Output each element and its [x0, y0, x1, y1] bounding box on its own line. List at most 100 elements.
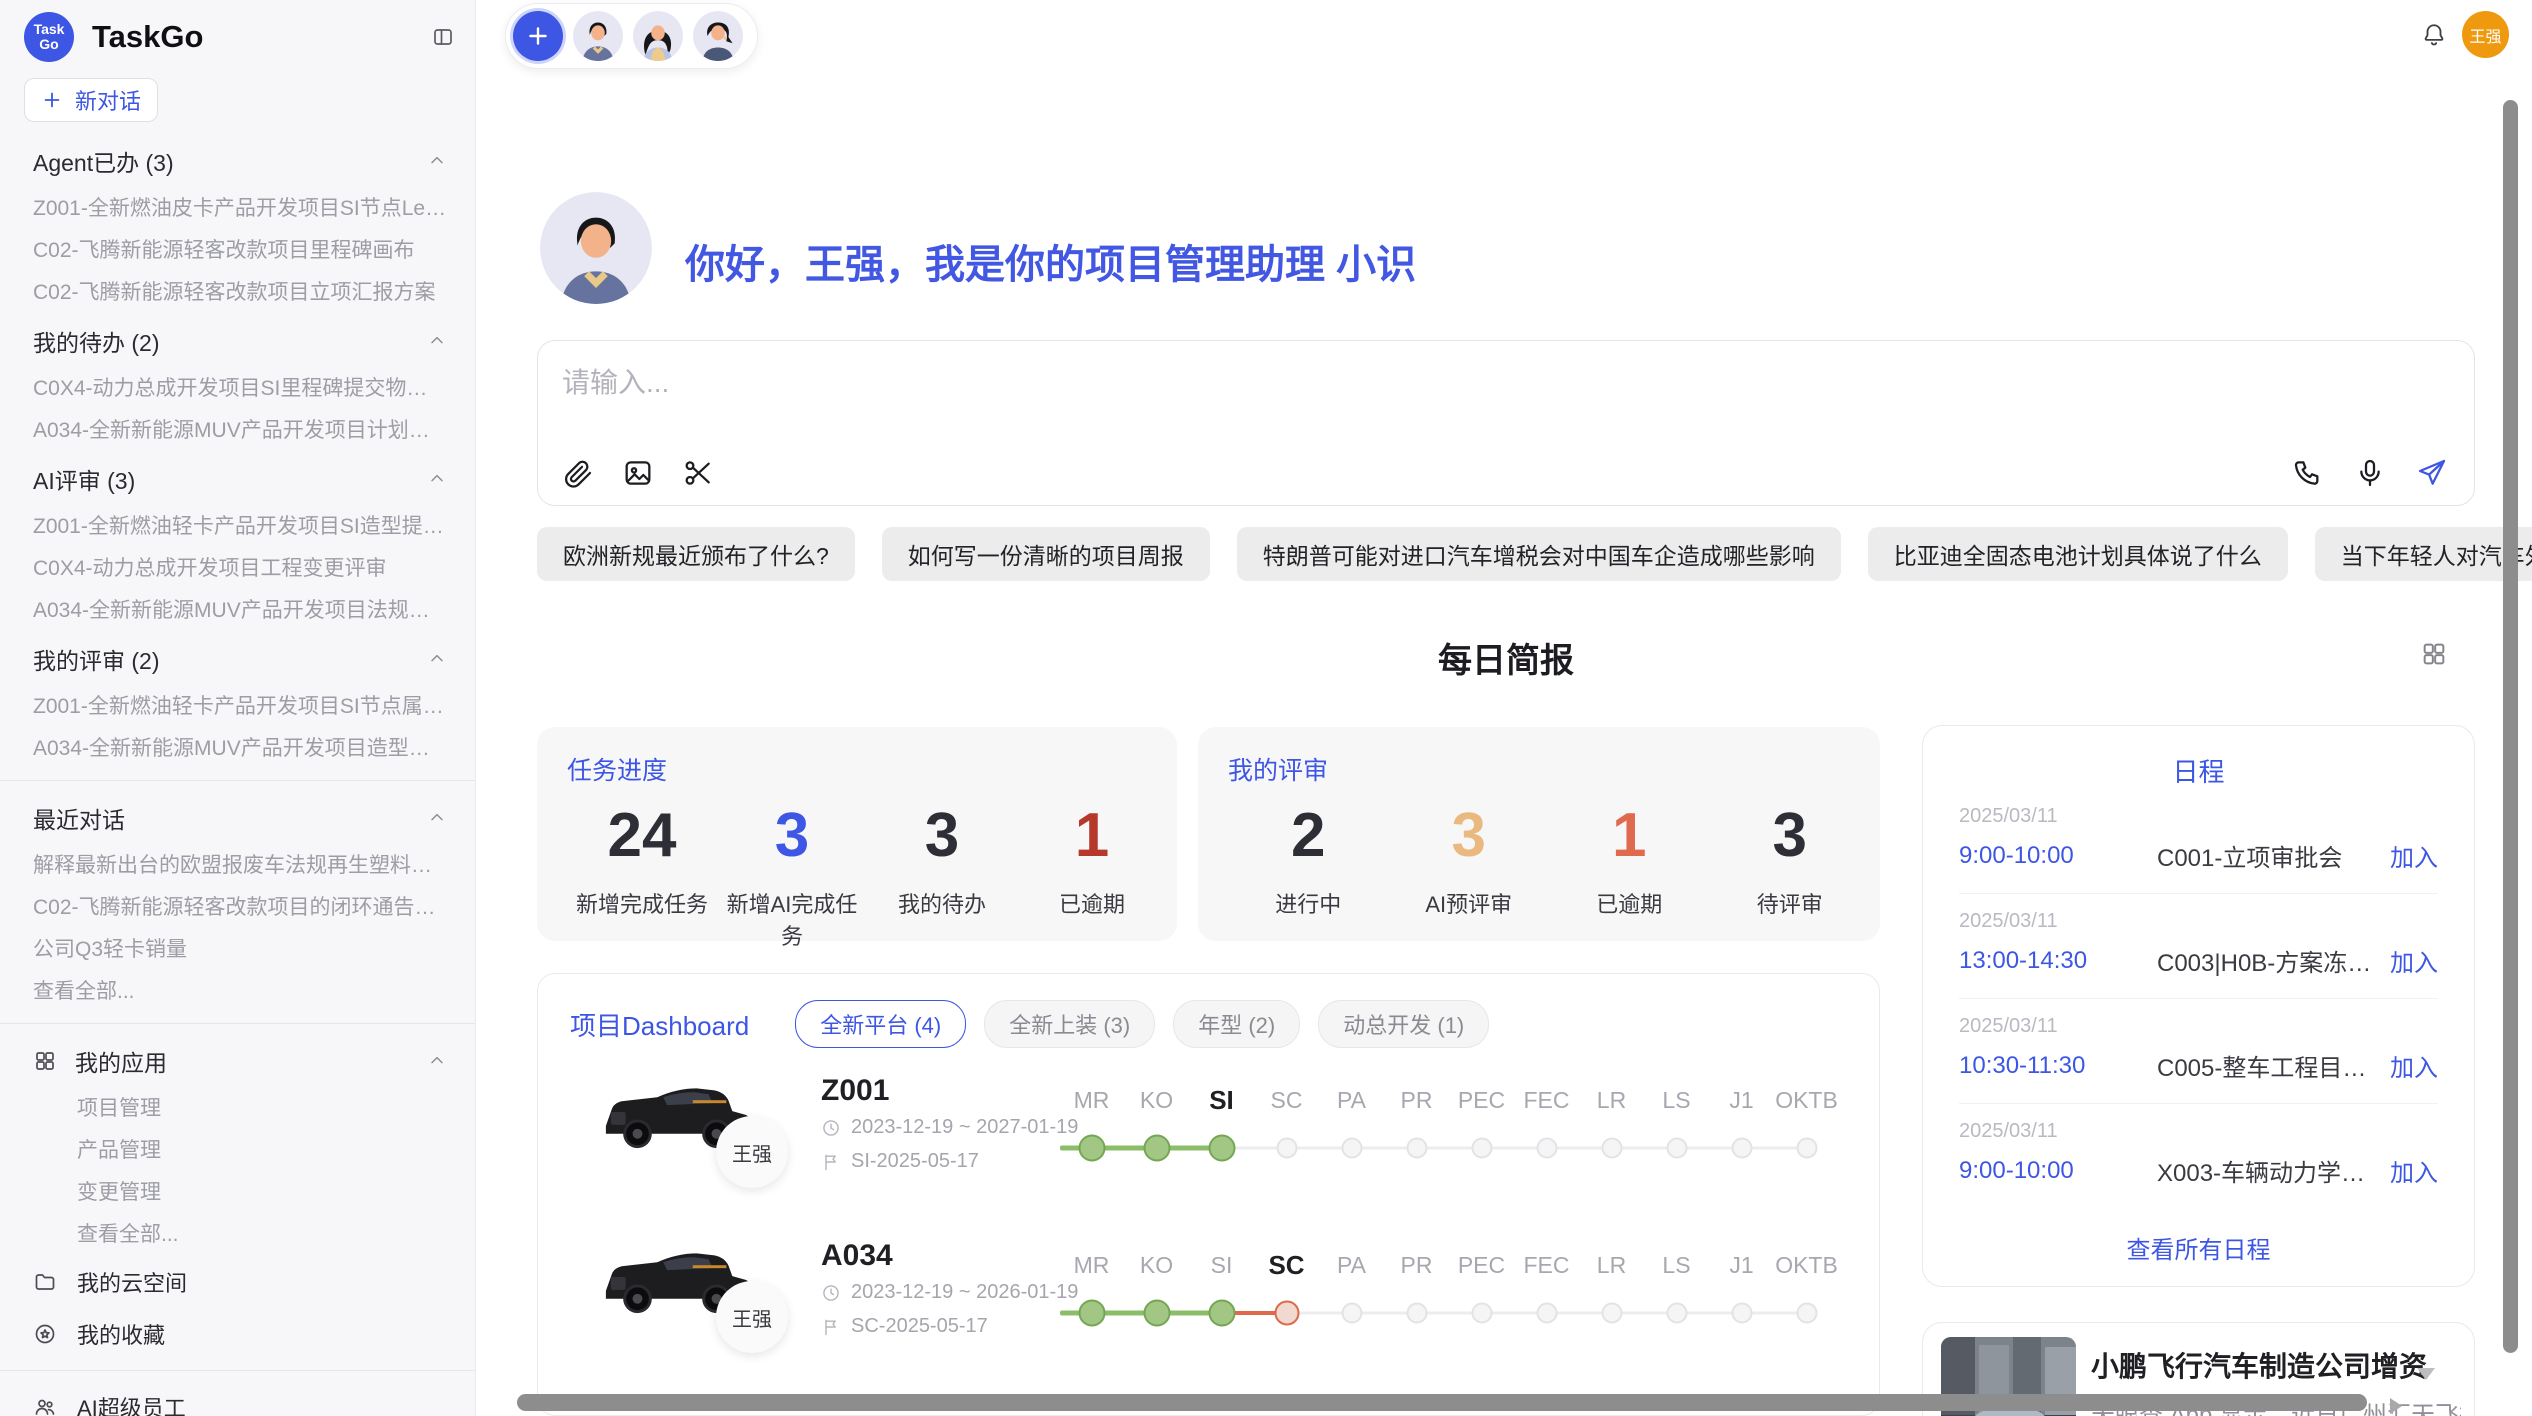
scroll-right-arrow-icon[interactable]: [2390, 1398, 2402, 1414]
milestone-node-PR[interactable]: [1406, 1303, 1427, 1324]
chevron-up-icon: [427, 808, 447, 828]
milestone-node-FEC[interactable]: [1536, 1303, 1557, 1324]
user-avatar[interactable]: 王强: [2462, 11, 2509, 58]
milestone-node-J1[interactable]: [1731, 1303, 1752, 1324]
sidebar-task-item[interactable]: A034-全新新能源MUV产品开发项目法规符合性评审: [0, 590, 475, 632]
sidebar-link-cloud-folder[interactable]: 我的云空间: [0, 1256, 475, 1308]
sidebar-section-header[interactable]: 最近对话: [0, 791, 475, 845]
sidebar-task-item[interactable]: C0X4-动力总成开发项目工程变更评审: [0, 548, 475, 590]
dashboard-tab[interactable]: 全新平台 (4): [795, 1000, 966, 1048]
horizontal-scrollbar[interactable]: [517, 1394, 2367, 1411]
milestone-node-SI[interactable]: [1208, 1135, 1235, 1162]
milestone-node-FEC[interactable]: [1536, 1138, 1557, 1159]
member-avatar[interactable]: [633, 11, 683, 61]
sidebar-app-item[interactable]: 项目管理: [0, 1088, 475, 1130]
sidebar-task-item[interactable]: C02-飞腾新能源轻客改款项目立项汇报方案: [0, 272, 475, 314]
schedule-item: 2025/03/119:00-10:00X003-车辆动力学性能验...加入: [1959, 1103, 2438, 1208]
schedule-time: 13:00-14:30: [1959, 947, 2157, 975]
project-dashboard-card: 项目Dashboard 全新平台 (4)全新上装 (3)年型 (2)动总开发 (…: [537, 973, 1880, 1416]
member-avatar[interactable]: [573, 11, 623, 61]
milestone-node-OKTB[interactable]: [1796, 1138, 1817, 1159]
sidebar-divider: [0, 1023, 475, 1024]
suggestion-chip[interactable]: 当下年轻人对汽车外观有怎样的喜好趋势: [2315, 527, 2532, 581]
plus-icon: [525, 23, 551, 49]
project-row[interactable]: 王强A0342023-12-19 ~ 2026-01-19SC-2025-05-…: [538, 1235, 1879, 1395]
view-all-apps-link[interactable]: 查看全部...: [0, 1214, 475, 1256]
milestone-node-PEC[interactable]: [1471, 1303, 1492, 1324]
sidebar-task-item[interactable]: C0X4-动力总成开发项目SI里程碑提交物检查: [0, 368, 475, 410]
milestone-node-MR[interactable]: [1078, 1135, 1105, 1162]
notification-bell-icon[interactable]: [2421, 22, 2447, 48]
sidebar-section-header[interactable]: Agent已办 (3): [0, 134, 475, 188]
milestone-node-LS[interactable]: [1666, 1138, 1687, 1159]
sidebar-section-header[interactable]: 我的评审 (2): [0, 632, 475, 686]
milestone-node-LR[interactable]: [1601, 1303, 1622, 1324]
scroll-down-arrow-icon[interactable]: [2417, 1368, 2435, 1380]
milestone-node-OKTB[interactable]: [1796, 1303, 1817, 1324]
new-chat-button[interactable]: 新对话: [24, 78, 158, 122]
milestone-node-PR[interactable]: [1406, 1138, 1427, 1159]
sidebar-link-star-badge[interactable]: 我的收藏: [0, 1308, 475, 1360]
send-icon[interactable]: [2416, 457, 2448, 489]
sidebar-task-item[interactable]: A034-全新新能源MUV产品开发项目计划变更表编写: [0, 410, 475, 452]
milestone-node-KO[interactable]: [1143, 1300, 1170, 1327]
sidebar-task-item[interactable]: C02-飞腾新能源轻客改款项目里程碑画布: [0, 230, 475, 272]
suggestion-chip[interactable]: 比亚迪全固态电池计划具体说了什么: [1868, 527, 2288, 581]
milestone-label-LS: LS: [1644, 1245, 1709, 1285]
join-meeting-link[interactable]: 加入: [2390, 1153, 2438, 1188]
milestone-node-PEC[interactable]: [1471, 1138, 1492, 1159]
screenshot-scissors-icon[interactable]: [682, 457, 714, 489]
sidebar-task-item[interactable]: Z001-全新燃油轻卡产品开发项目SI造型提交物评审: [0, 506, 475, 548]
sidebar-task-item[interactable]: Z001-全新燃油轻卡产品开发项目SI节点属性5D文件评审: [0, 686, 475, 728]
flag-icon: [821, 1317, 841, 1337]
dashboard-header: 项目Dashboard 全新平台 (4)全新上装 (3)年型 (2)动总开发 (…: [538, 974, 1879, 1048]
suggestion-chip[interactable]: 如何写一份清晰的项目周报: [882, 527, 1210, 581]
member-avatar[interactable]: [693, 11, 743, 61]
dashboard-tab[interactable]: 年型 (2): [1173, 1000, 1300, 1048]
join-meeting-link[interactable]: 加入: [2390, 943, 2438, 978]
dashboard-tab[interactable]: 全新上装 (3): [984, 1000, 1155, 1048]
sidebar-section-header[interactable]: AI评审 (3): [0, 452, 475, 506]
sidebar-section-header[interactable]: 我的待办 (2): [0, 314, 475, 368]
sidebar-section-title: 我的评审 (2): [33, 642, 160, 676]
suggestion-chip[interactable]: 特朗普可能对进口汽车增税会对中国车企造成哪些影响: [1237, 527, 1841, 581]
attachment-icon[interactable]: [562, 457, 594, 489]
sidebar-recent-item[interactable]: 解释最新出台的欧盟报废车法规再生塑料比例被调至15%...: [0, 845, 475, 887]
dashboard-tab[interactable]: 动总开发 (1): [1318, 1000, 1489, 1048]
voice-call-icon[interactable]: [2292, 457, 2324, 489]
join-meeting-link[interactable]: 加入: [2390, 1048, 2438, 1083]
view-all-chats-link[interactable]: 查看全部...: [0, 971, 475, 1013]
sidebar-recent-item[interactable]: 公司Q3轻卡销量: [0, 929, 475, 971]
microphone-icon[interactable]: [2354, 457, 2386, 489]
project-row[interactable]: 王强Z0012023-12-19 ~ 2027-01-19SI-2025-05-…: [538, 1070, 1879, 1230]
layout-grid-icon[interactable]: [2420, 640, 2448, 668]
sidebar-task-item[interactable]: A034-全新新能源MUV产品开发项目造型可行性评审: [0, 728, 475, 770]
milestone-node-KO[interactable]: [1143, 1135, 1170, 1162]
sidebar-app-item[interactable]: 产品管理: [0, 1130, 475, 1172]
sidebar-recent-item[interactable]: C02-飞腾新能源轻客改款项目的闭环通告反馈情况: [0, 887, 475, 929]
sidebar-my-apps: 我的应用项目管理产品管理变更管理查看全部...: [0, 1034, 475, 1256]
milestone-node-SC[interactable]: [1276, 1138, 1297, 1159]
image-upload-icon[interactable]: [622, 457, 654, 489]
milestone-node-MR[interactable]: [1078, 1300, 1105, 1327]
view-all-schedule-link[interactable]: 查看所有日程: [1959, 1230, 2438, 1265]
sidebar-collapse-icon[interactable]: [431, 25, 455, 49]
milestone-node-J1[interactable]: [1731, 1138, 1752, 1159]
suggestion-chip[interactable]: 欧洲新规最近颁布了什么?: [537, 527, 855, 581]
milestone-node-SI[interactable]: [1208, 1300, 1235, 1327]
vertical-scrollbar[interactable]: [2503, 100, 2518, 1353]
milestone-node-PA[interactable]: [1341, 1138, 1362, 1159]
app-title: TaskGo: [92, 19, 431, 55]
sidebar-app-item[interactable]: 变更管理: [0, 1172, 475, 1214]
sidebar-section-header[interactable]: 我的应用: [0, 1034, 475, 1088]
sidebar-tool-item[interactable]: AI超级员工: [0, 1381, 475, 1416]
sidebar-task-item[interactable]: Z001-全新燃油皮卡产品开发项目SI节点Lesson Learn报告: [0, 188, 475, 230]
join-meeting-link[interactable]: 加入: [2390, 838, 2438, 873]
add-member-button[interactable]: [513, 11, 563, 61]
milestone-node-SC[interactable]: [1274, 1301, 1299, 1326]
milestone-node-LR[interactable]: [1601, 1138, 1622, 1159]
milestone-label-J1: J1: [1709, 1080, 1774, 1120]
milestone-node-PA[interactable]: [1341, 1303, 1362, 1324]
milestone-node-LS[interactable]: [1666, 1303, 1687, 1324]
prompt-input[interactable]: [560, 359, 2164, 443]
